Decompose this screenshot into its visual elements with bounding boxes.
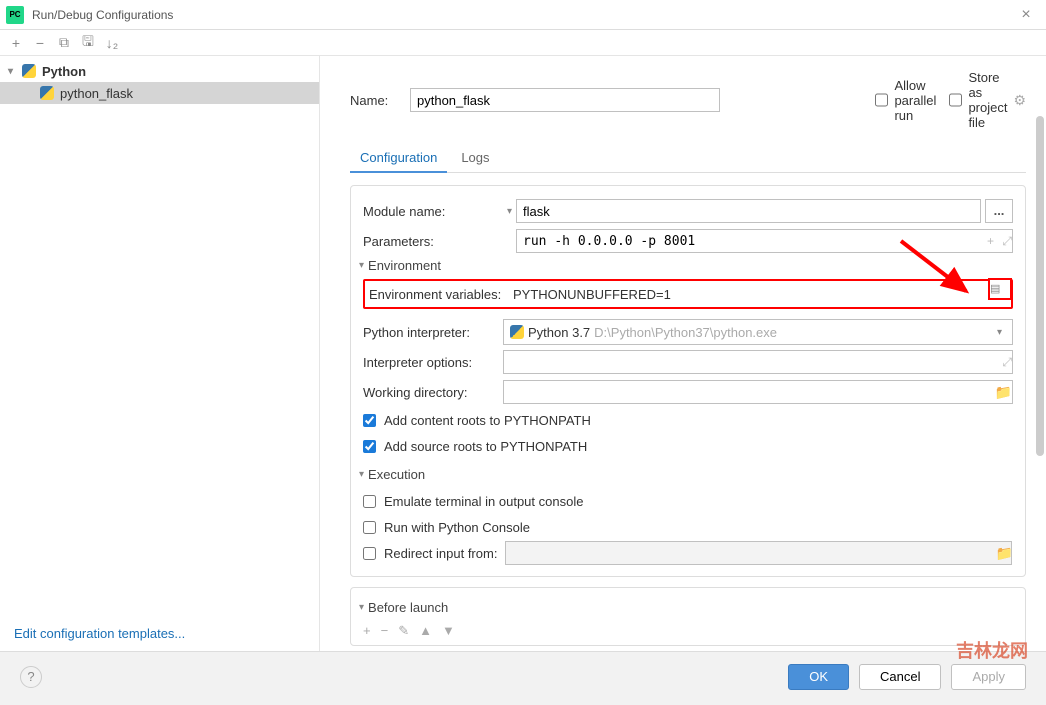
interp-options-label: Interpreter options: [363,355,503,370]
folder-icon[interactable]: 📁 [995,384,1012,401]
add-small-icon[interactable]: + [987,234,994,248]
expand-icon[interactable]: ⤢ [1002,355,1012,370]
env-vars-label: Environment variables: [369,287,509,302]
tab-logs[interactable]: Logs [451,144,499,172]
workdir-input[interactable] [503,380,1013,404]
browse-button[interactable]: ... [985,199,1013,223]
add-source-roots-checkbox[interactable]: Add source roots to PYTHONPATH [363,433,1013,459]
emulate-terminal-checkbox[interactable]: Emulate terminal in output console [363,488,1013,514]
chevron-down-icon: ▾ [359,602,364,613]
cancel-button[interactable]: Cancel [859,664,941,690]
tree-group-label: Python [42,64,86,79]
apply-button[interactable]: Apply [951,664,1026,690]
scrollbar[interactable] [1036,116,1044,636]
save-icon[interactable]: 🖫 [80,31,96,55]
workdir-label: Working directory: [363,385,503,400]
interpreter-label: Python interpreter: [363,325,503,340]
interp-options-input[interactable] [503,350,1013,374]
help-icon[interactable]: ? [20,666,42,688]
python-icon [40,86,54,100]
config-tree-panel: ▾ Python python_flask Edit configuration… [0,56,320,651]
redirect-input-field [505,541,1011,565]
expand-icon[interactable]: ⤢ [1002,234,1012,249]
copy-icon[interactable]: ⧉ [56,34,72,51]
edit-icon: ✎ [398,623,409,639]
name-input[interactable] [410,88,720,112]
gear-icon[interactable]: ⚙ [1013,92,1026,109]
dialog-footer: ? OK Cancel Apply [0,651,1046,701]
chevron-down-icon[interactable]: ▾ [503,206,516,217]
parameters-label: Parameters: [363,234,503,249]
python-icon [510,325,524,339]
down-icon: ▼ [442,623,455,639]
name-label: Name: [350,93,410,108]
tab-configuration[interactable]: Configuration [350,144,447,173]
module-name-label: Module name: [363,204,503,219]
store-project-checkbox[interactable]: Store as project file [949,70,1009,130]
add-icon[interactable]: + [8,35,24,51]
parameters-input[interactable] [516,229,1013,253]
edit-templates-link[interactable]: Edit configuration templates... [0,616,319,651]
pycharm-logo-icon: PC [6,6,24,24]
tree-item-label: python_flask [60,86,133,101]
allow-parallel-checkbox[interactable]: Allow parallel run [875,78,935,123]
module-name-input[interactable] [516,199,981,223]
chevron-down-icon: ▾ [359,469,364,480]
sort-icon[interactable]: ↓₂ [104,35,120,51]
chevron-down-icon: ▾ [359,260,364,271]
remove-icon: − [381,623,389,639]
scroll-thumb[interactable] [1036,116,1044,456]
environment-section-header[interactable]: ▾ Environment [359,258,1013,273]
redirect-input-checkbox[interactable]: Redirect input from: 📁 [363,540,1013,566]
tree-item-python-flask[interactable]: python_flask [0,82,319,104]
chevron-down-icon: ▾ [8,66,22,77]
folder-icon[interactable]: 📁 [996,545,1013,562]
execution-section-header[interactable]: ▾ Execution [359,467,1013,482]
close-icon[interactable]: × [1006,6,1046,24]
add-content-roots-checkbox[interactable]: Add content roots to PYTHONPATH [363,407,1013,433]
tree-group-python[interactable]: ▾ Python [0,60,319,82]
ok-button[interactable]: OK [788,664,849,690]
remove-icon[interactable]: − [32,35,48,51]
interpreter-select[interactable]: Python 3.7 D:\Python\Python37\python.exe… [503,319,1013,345]
window-title: Run/Debug Configurations [32,8,173,22]
env-vars-list-button[interactable]: ▤ [988,278,1012,300]
python-icon [22,64,36,78]
before-launch-header[interactable]: ▾ Before launch [359,600,1013,615]
run-python-console-checkbox[interactable]: Run with Python Console [363,514,1013,540]
list-icon: ▤ [990,283,1000,295]
config-form: Name: Allow parallel run Store as projec… [320,56,1046,651]
titlebar: PC Run/Debug Configurations × [0,0,1046,30]
config-toolbar: + − ⧉ 🖫 ↓₂ [0,30,1046,56]
add-icon[interactable]: + [363,623,371,639]
up-icon: ▲ [419,623,432,639]
env-vars-value[interactable]: PYTHONUNBUFFERED=1 [509,287,1007,302]
chevron-down-icon: ▾ [993,327,1006,338]
